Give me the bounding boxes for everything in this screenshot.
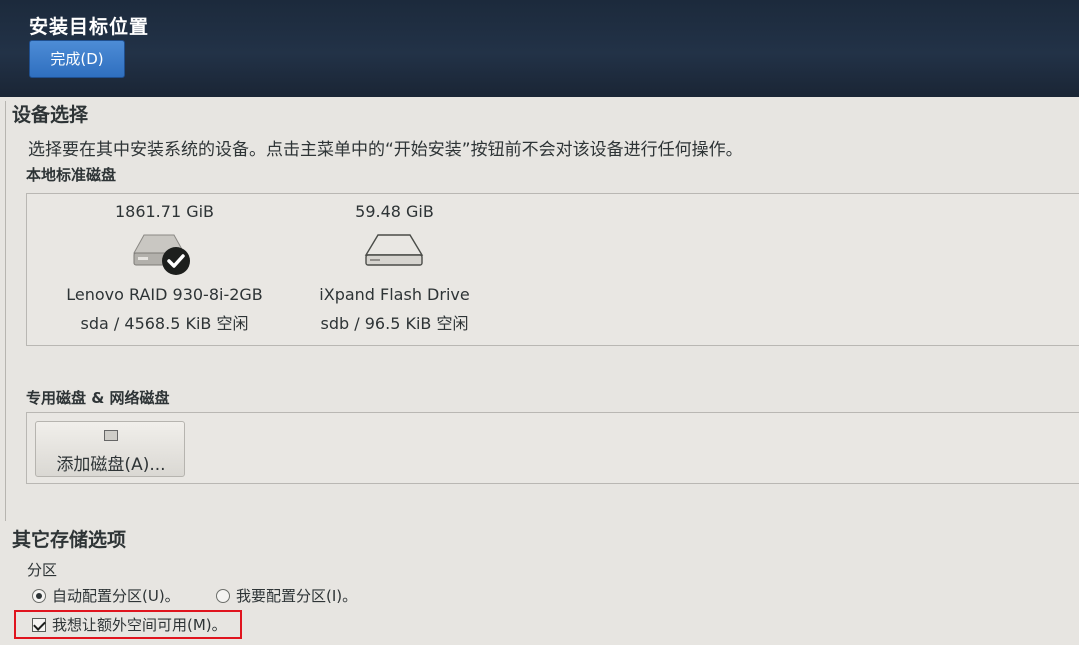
auto-partition-radio[interactable]: [32, 588, 46, 603]
auto-partition-label: 自动配置分区(U)。: [52, 587, 180, 605]
extra-space-checkbox[interactable]: [32, 617, 46, 632]
disk-item-sdb[interactable]: 59.48 GiB iXpand Flash Drive sdb / 96.5 …: [307, 202, 482, 334]
manual-partition-option[interactable]: 我要配置分区(I)。: [216, 585, 357, 606]
disk-meta: sda / 4568.5 KiB 空闲: [80, 314, 249, 333]
disk-name: iXpand Flash Drive: [319, 285, 470, 304]
add-disk-button[interactable]: 添加磁盘(A)...: [35, 421, 185, 477]
section-divider: [5, 101, 6, 521]
flash-drive-icon: [360, 229, 430, 277]
auto-partition-option[interactable]: 自动配置分区(U)。: [32, 585, 180, 606]
main-content: 设备选择 选择要在其中安装系统的设备。点击主菜单中的“开始安装”按钮前不会对该设…: [0, 97, 1079, 645]
disk-item-sda[interactable]: 1861.71 GiB Lenovo RAID 930-8i-2GB sda /…: [37, 202, 292, 334]
device-selection-description: 选择要在其中安装系统的设备。点击主菜单中的“开始安装”按钮前不会对该设备进行任何…: [28, 140, 743, 160]
local-disks-panel: 1861.71 GiB Lenovo RAID 930-8i-2GB sda /…: [26, 193, 1079, 346]
disk-icon: [104, 430, 118, 441]
specialized-disks-panel: 添加磁盘(A)...: [26, 412, 1079, 484]
disk-size: 59.48 GiB: [355, 202, 434, 221]
other-storage-heading: 其它存储选项: [12, 529, 127, 551]
add-disk-label: 添加磁盘(A)...: [56, 455, 166, 475]
page-title: 安装目标位置: [29, 16, 150, 38]
hard-disk-icon: [130, 229, 200, 277]
manual-partition-radio[interactable]: [216, 588, 230, 603]
device-selection-heading: 设备选择: [12, 104, 89, 126]
partition-label: 分区: [27, 561, 58, 579]
disk-name: Lenovo RAID 930-8i-2GB: [66, 285, 263, 304]
specialized-disks-label: 专用磁盘 & 网络磁盘: [26, 389, 170, 407]
disk-meta: sdb / 96.5 KiB 空闲: [320, 314, 469, 333]
done-button[interactable]: 完成(D): [29, 40, 125, 78]
extra-space-option[interactable]: 我想让额外空间可用(M)。: [14, 610, 242, 639]
manual-partition-label: 我要配置分区(I)。: [236, 587, 358, 605]
local-disks-label: 本地标准磁盘: [26, 166, 117, 184]
disk-size: 1861.71 GiB: [114, 202, 215, 221]
header-bar: 安装目标位置 完成(D): [0, 0, 1079, 97]
extra-space-label: 我想让额外空间可用(M)。: [52, 616, 227, 634]
